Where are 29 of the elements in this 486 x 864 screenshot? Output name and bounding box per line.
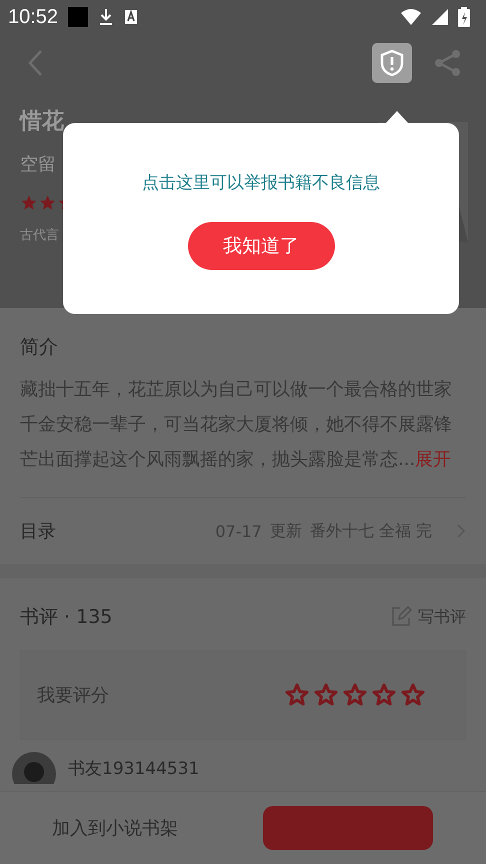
- star-icon[interactable]: [343, 683, 367, 707]
- signal-icon: [432, 9, 448, 25]
- star-icon[interactable]: [285, 683, 309, 707]
- catalog-label[interactable]: 目录: [20, 519, 56, 543]
- reviewer-name: 书友193144531: [68, 758, 200, 780]
- add-to-shelf-button[interactable]: 加入到小说书架: [52, 816, 263, 840]
- got-it-button[interactable]: 我知道了: [188, 222, 334, 270]
- star-icon[interactable]: [372, 683, 396, 707]
- share-icon[interactable]: [434, 49, 462, 77]
- keyboard-icon: [124, 9, 138, 25]
- section-heading: 简介: [20, 335, 59, 360]
- category-tag: 古代言: [20, 226, 59, 244]
- wifi-icon: [400, 8, 422, 26]
- shield-icon: [379, 49, 405, 77]
- status-time: 10:52: [8, 6, 58, 28]
- tip-message: 点击这里可以举报书籍不良信息: [142, 172, 380, 194]
- battery-icon: [458, 7, 470, 27]
- rating-stars[interactable]: [285, 683, 425, 707]
- read-button[interactable]: [263, 806, 433, 850]
- expand-link[interactable]: 展开: [415, 449, 452, 470]
- star-icon[interactable]: [401, 683, 425, 707]
- book-title: 惜花: [20, 108, 64, 136]
- edit-icon: [390, 606, 412, 628]
- report-button[interactable]: [372, 43, 412, 83]
- reviews-heading: 书评 · 135: [20, 605, 112, 630]
- book-author: 空留: [20, 153, 56, 176]
- star-icon[interactable]: [314, 683, 338, 707]
- notification-icon: [68, 7, 88, 27]
- download-icon: [98, 8, 114, 26]
